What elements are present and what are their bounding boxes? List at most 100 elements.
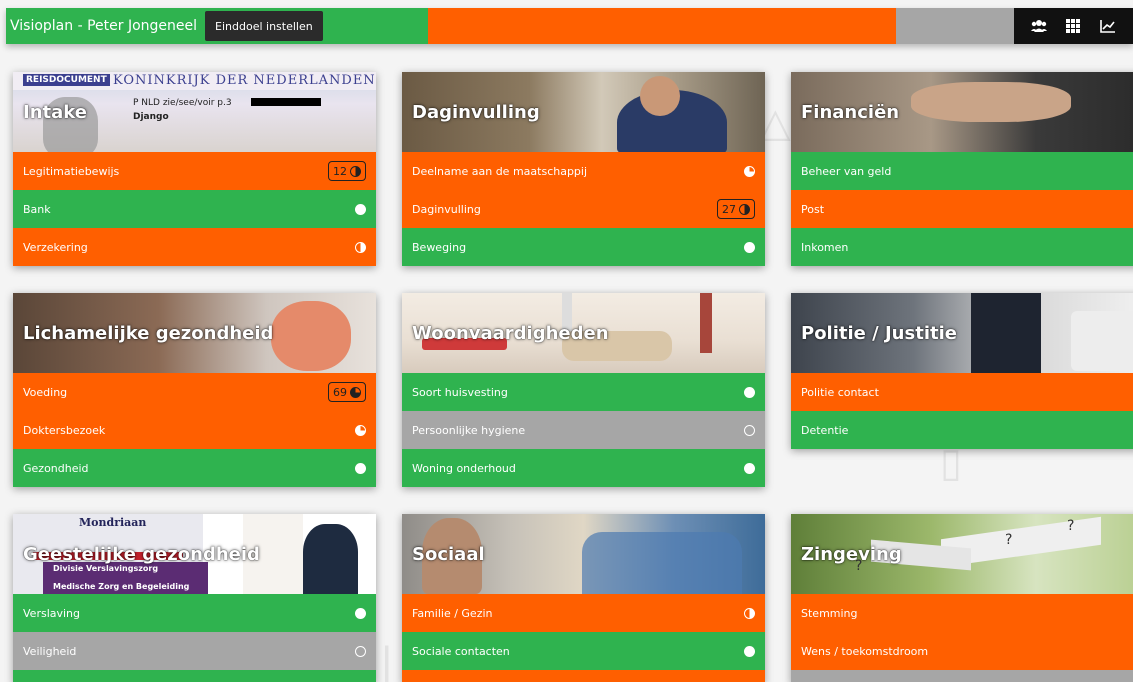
row-label: Deelname aan de maatschappij <box>412 164 588 178</box>
card-image-signpost: ? ? ? Zingeving <box>791 514 1133 594</box>
row-sociale-contacten[interactable]: Sociale contacten <box>402 632 765 670</box>
progress-empty-icon <box>355 645 366 657</box>
card-politie-justitie[interactable]: Politie / Justitie Politie contact Deten… <box>791 293 1133 449</box>
progress-half-icon <box>355 241 366 253</box>
row-partial[interactable] <box>402 670 765 682</box>
row-label: Voeding <box>23 385 68 399</box>
row-veiligheid[interactable]: Veiligheid <box>13 632 376 670</box>
card-daginvulling[interactable]: Daginvulling Deelname aan de maatschappi… <box>402 72 765 266</box>
progress-empty-icon <box>744 424 755 436</box>
status-segment-green: Visioplan - Peter Jongeneel Einddoel ins… <box>6 8 428 44</box>
row-legitimatiebewijs[interactable]: Legitimatiebewijs 12 <box>13 152 376 190</box>
chart-line-icon[interactable] <box>1098 16 1118 36</box>
row-label: Beweging <box>412 240 467 254</box>
row-label: Familie / Gezin <box>412 606 493 620</box>
progress-full-icon <box>744 241 755 253</box>
row-doktersbezoek[interactable]: Doktersbezoek <box>13 411 376 449</box>
row-label: Persoonlijke hygiene <box>412 423 526 437</box>
row-label: Detentie <box>801 423 849 437</box>
card-intake[interactable]: REISDOCUMENT KONINKRIJK DER NEDERLANDEN … <box>13 72 376 266</box>
row-inkomen[interactable]: Inkomen <box>791 228 1133 266</box>
card-image-doctor: Lichamelijke gezondheid <box>13 293 376 373</box>
question-mark-icon: ? <box>1005 532 1013 548</box>
row-daginvulling[interactable]: Daginvulling 27 <box>402 190 765 228</box>
status-segment-grey <box>896 8 1014 44</box>
card-title: Sociaal <box>412 544 485 565</box>
row-stemming[interactable]: Stemming <box>791 594 1133 632</box>
card-image-workshop: Daginvulling <box>402 72 765 152</box>
clinic-department-text: Medische Zorg en Begeleiding <box>53 582 190 591</box>
row-label: Bank <box>23 202 51 216</box>
row-beheer-van-geld[interactable]: Beheer van geld <box>791 152 1133 190</box>
card-geestelijke-gezondheid[interactable]: Mondriaan Divisie Verslavingszorg Medisc… <box>13 514 376 682</box>
card-title: Geestelijke gezondheid <box>23 544 260 565</box>
row-wens-toekomstdroom[interactable]: Wens / toekomstdroom <box>791 632 1133 670</box>
row-label: Verslaving <box>23 606 81 620</box>
document-line-text: P NLD zie/see/voir p.3 <box>133 98 232 108</box>
card-lichamelijke-gezondheid[interactable]: Lichamelijke gezondheid Voeding 69 Dokte… <box>13 293 376 487</box>
card-title: Intake <box>23 102 87 123</box>
row-partial[interactable] <box>13 670 376 682</box>
progress-three-quarter-icon <box>350 386 361 398</box>
status-segment-orange <box>428 8 896 44</box>
row-voeding[interactable]: Voeding 69 <box>13 373 376 411</box>
progress-half-icon <box>739 203 750 215</box>
row-beweging[interactable]: Beweging <box>402 228 765 266</box>
row-partial[interactable] <box>791 670 1133 682</box>
document-country-text: KONINKRIJK DER NEDERLANDEN <box>113 73 376 88</box>
question-mark-icon: ? <box>1067 518 1075 534</box>
card-financien[interactable]: Financiën Beheer van geld Post Inkomen <box>791 72 1133 266</box>
row-soort-huisvesting[interactable]: Soort huisvesting <box>402 373 765 411</box>
row-label: Wens / toekomstdroom <box>801 644 929 658</box>
card-title: Politie / Justitie <box>801 323 957 344</box>
card-image-clinic-sign: Mondriaan Divisie Verslavingszorg Medisc… <box>13 514 376 594</box>
users-icon[interactable] <box>1029 16 1049 36</box>
row-label: Inkomen <box>801 240 849 254</box>
top-bar: Visioplan - Peter Jongeneel Einddoel ins… <box>6 8 1133 44</box>
row-label: Legitimatiebewijs <box>23 164 120 178</box>
card-image-bathroom: Woonvaardigheden <box>402 293 765 373</box>
clinic-division-text: Divisie Verslavingszorg <box>53 564 159 573</box>
row-label: Daginvulling <box>412 202 481 216</box>
row-label: Verzekering <box>23 240 88 254</box>
card-title: Zingeving <box>801 544 902 565</box>
document-header-text: REISDOCUMENT <box>23 74 110 86</box>
row-label: Sociale contacten <box>412 644 510 658</box>
card-title: Woonvaardigheden <box>412 323 609 344</box>
progress-quarter-icon <box>355 424 366 436</box>
grid-icon[interactable] <box>1063 16 1083 36</box>
background-doodle: | <box>380 640 394 682</box>
card-zingeving[interactable]: ? ? ? Zingeving Stemming Wens / toekomst… <box>791 514 1133 682</box>
progress-half-icon <box>350 165 361 177</box>
row-gezondheid[interactable]: Gezondheid <box>13 449 376 487</box>
document-name-text: Django <box>133 112 169 122</box>
row-bank[interactable]: Bank <box>13 190 376 228</box>
row-woning-onderhoud[interactable]: Woning onderhoud <box>402 449 765 487</box>
progress-full-icon <box>355 607 366 619</box>
row-politie-contact[interactable]: Politie contact <box>791 373 1133 411</box>
card-image-people: Sociaal <box>402 514 765 594</box>
count-badge: 27 <box>717 199 755 219</box>
count-badge: 12 <box>328 161 366 181</box>
row-deelname-maatschappij[interactable]: Deelname aan de maatschappij <box>402 152 765 190</box>
row-label: Stemming <box>801 606 858 620</box>
row-familie-gezin[interactable]: Familie / Gezin <box>402 594 765 632</box>
progress-half-icon <box>744 607 755 619</box>
row-label: Woning onderhoud <box>412 461 516 475</box>
set-goal-button[interactable]: Einddoel instellen <box>205 11 323 41</box>
row-label: Post <box>801 202 825 216</box>
row-verzekering[interactable]: Verzekering <box>13 228 376 266</box>
row-label: Beheer van geld <box>801 164 892 178</box>
row-persoonlijke-hygiene[interactable]: Persoonlijke hygiene <box>402 411 765 449</box>
row-post[interactable]: Post <box>791 190 1133 228</box>
row-verslaving[interactable]: Verslaving <box>13 594 376 632</box>
card-woonvaardigheden[interactable]: Woonvaardigheden Soort huisvesting Perso… <box>402 293 765 487</box>
card-title: Daginvulling <box>412 102 540 123</box>
row-detentie[interactable]: Detentie <box>791 411 1133 449</box>
card-sociaal[interactable]: Sociaal Familie / Gezin Sociale contacte… <box>402 514 765 682</box>
row-label: Doktersbezoek <box>23 423 106 437</box>
toolbar-icons <box>1014 8 1133 44</box>
card-image-police: Politie / Justitie <box>791 293 1133 373</box>
row-label: Gezondheid <box>23 461 89 475</box>
app-title: Visioplan - Peter Jongeneel <box>10 18 198 34</box>
